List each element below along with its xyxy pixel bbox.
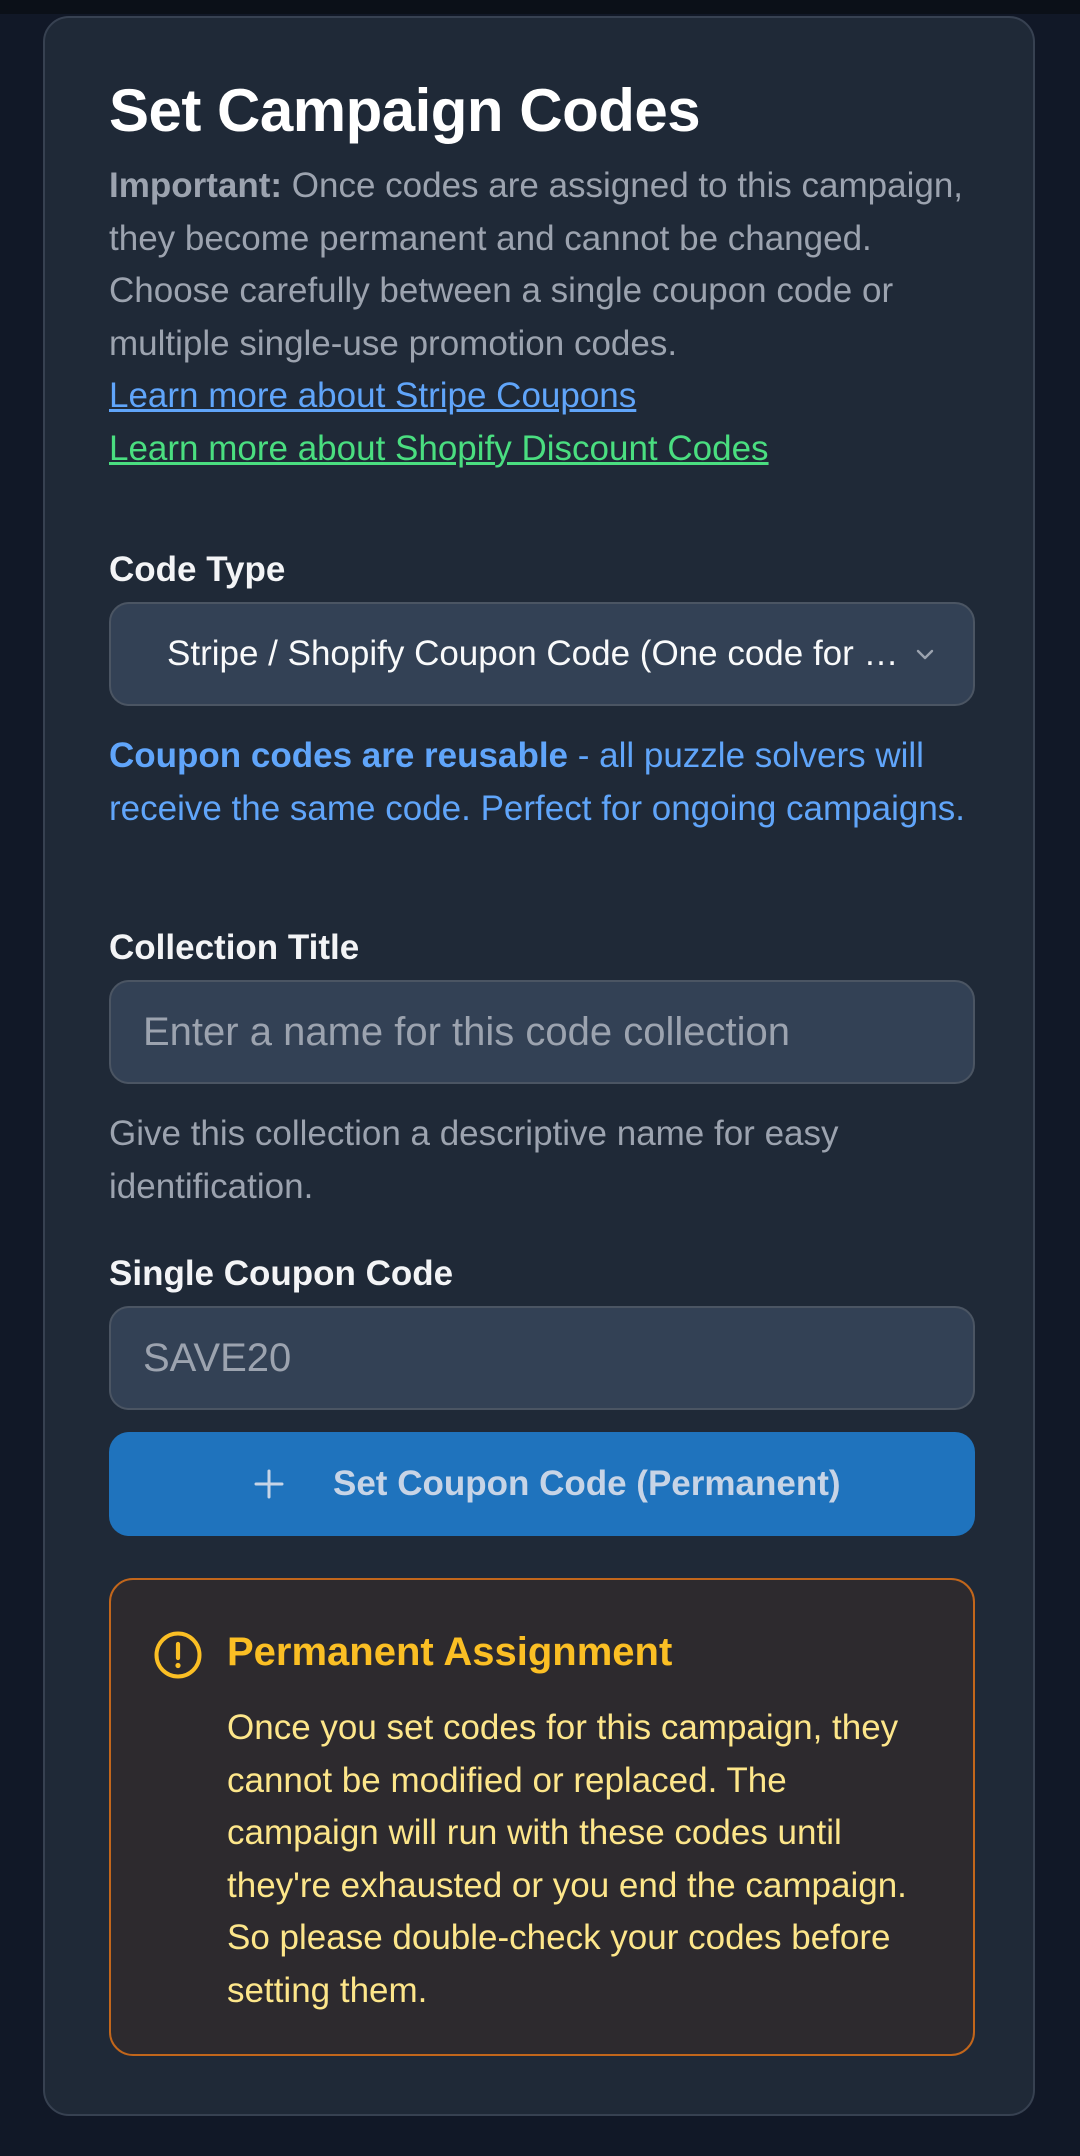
code-type-selected-value: Stripe / Shopify Coupon Code (One code f… bbox=[167, 634, 907, 673]
single-coupon-input[interactable] bbox=[111, 1308, 973, 1408]
important-label: Important: bbox=[109, 166, 283, 205]
top-strip bbox=[0, 0, 1080, 14]
alert-circle-icon bbox=[154, 1631, 202, 1679]
code-type-select[interactable]: Stripe / Shopify Coupon Code (One code f… bbox=[109, 602, 975, 706]
campaign-codes-card: Set Campaign Codes Important: Once codes… bbox=[43, 16, 1035, 2116]
code-type-hint-bold: Coupon codes are reusable bbox=[109, 736, 569, 775]
chevron-down-icon bbox=[916, 649, 934, 660]
warning-body: Once you set codes for this campaign, th… bbox=[227, 1708, 907, 2010]
collection-title-field bbox=[109, 980, 975, 1084]
plus-icon bbox=[254, 1469, 284, 1499]
stripe-coupons-link[interactable]: Learn more about Stripe Coupons bbox=[109, 370, 979, 423]
permanent-assignment-warning: Permanent Assignment Once you set codes … bbox=[109, 1578, 975, 2056]
code-type-label: Code Type bbox=[109, 550, 286, 589]
single-coupon-label: Single Coupon Code bbox=[109, 1254, 454, 1293]
important-notice: Important: Once codes are assigned to th… bbox=[109, 160, 979, 475]
collection-title-input[interactable] bbox=[111, 982, 973, 1082]
warning-title: Permanent Assignment bbox=[227, 1630, 673, 1674]
set-coupon-code-button[interactable]: Set Coupon Code (Permanent) bbox=[109, 1432, 975, 1536]
set-coupon-code-label: Set Coupon Code (Permanent) bbox=[333, 1464, 841, 1503]
page-title: Set Campaign Codes bbox=[109, 77, 701, 144]
collection-title-hint: Give this collection a descriptive name … bbox=[109, 1114, 839, 1206]
shopify-discount-link[interactable]: Learn more about Shopify Discount Codes bbox=[109, 423, 979, 476]
collection-title-label: Collection Title bbox=[109, 928, 360, 967]
code-type-hint: Coupon codes are reusable - all puzzle s… bbox=[109, 730, 979, 835]
single-coupon-field bbox=[109, 1306, 975, 1410]
